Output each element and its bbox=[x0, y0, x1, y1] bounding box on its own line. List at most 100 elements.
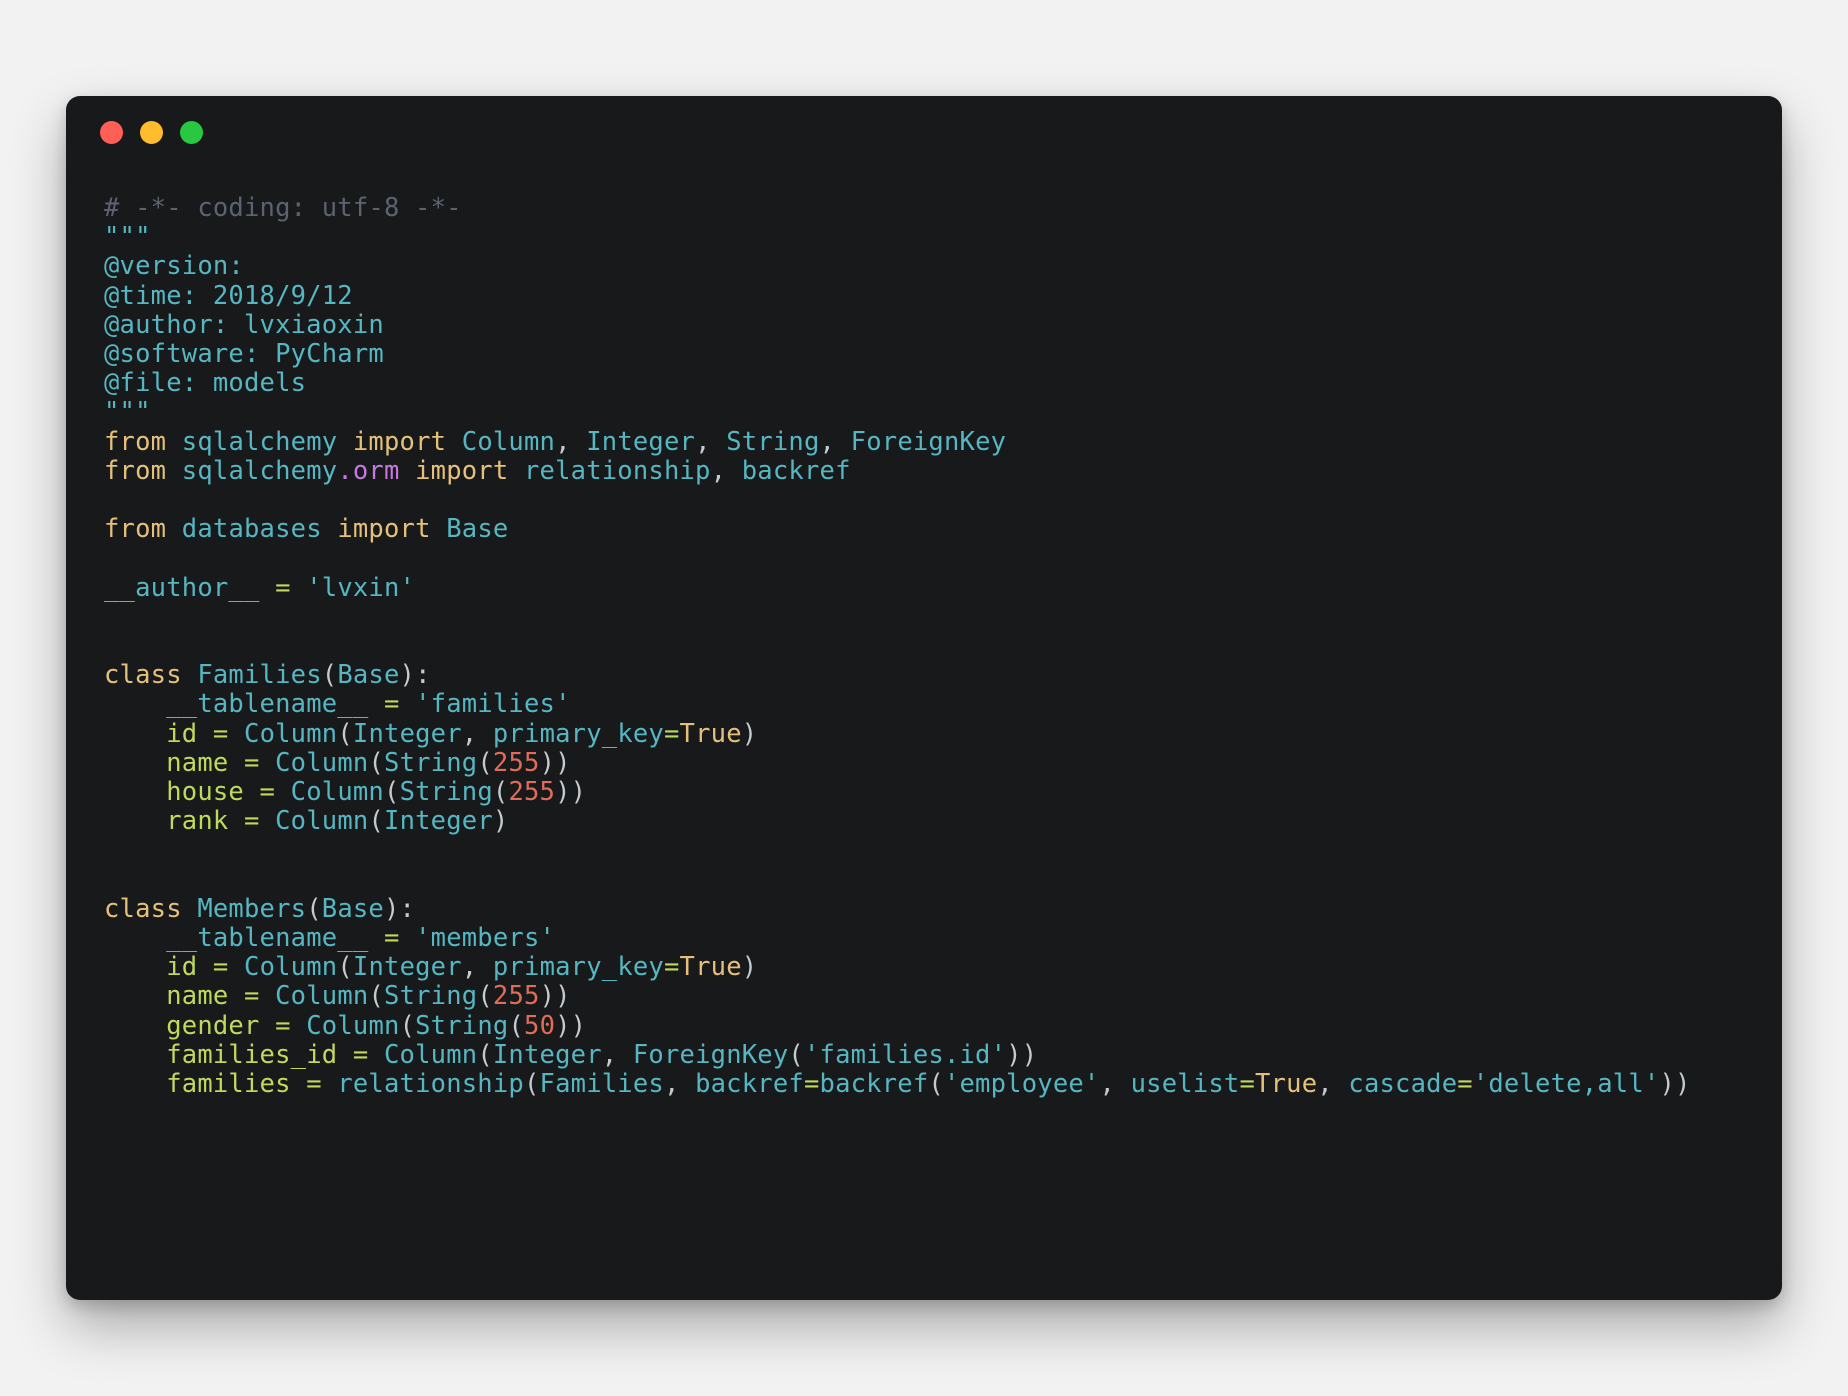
string-members: 'members' bbox=[415, 923, 556, 954]
screenshot-root: # -*- coding: utf-8 -*- """ @version: @t… bbox=[0, 0, 1848, 1396]
operator-assign: = bbox=[244, 806, 260, 837]
punct-paren: ( bbox=[492, 777, 509, 808]
punct-paren: ( bbox=[928, 1069, 944, 1100]
punct-paren: ( bbox=[477, 981, 493, 1012]
operator-assign: = bbox=[275, 1010, 291, 1041]
punct-paren: ( bbox=[399, 1010, 416, 1041]
docstring-time: @time: 2018/9/12 bbox=[104, 280, 353, 311]
type-string: String bbox=[384, 747, 478, 778]
punct-paren: ( bbox=[523, 1069, 540, 1100]
string-delete-all: 'delete,all' bbox=[1472, 1069, 1660, 1100]
field-house: house bbox=[166, 777, 244, 808]
punct-paren: ( bbox=[337, 718, 353, 749]
value-true: True bbox=[1255, 1069, 1318, 1100]
keyword-from: from bbox=[104, 455, 167, 486]
kwarg-primary-key: primary_key bbox=[492, 952, 664, 983]
field-id: id bbox=[166, 952, 198, 983]
type-integer: Integer bbox=[384, 806, 493, 837]
type-integer: Integer bbox=[492, 1039, 602, 1070]
operator-assign: = bbox=[275, 572, 291, 603]
kwarg-cascade: cascade bbox=[1348, 1069, 1458, 1100]
punct-paren: )) bbox=[1659, 1069, 1691, 1100]
type-string: String bbox=[399, 777, 493, 808]
punct-paren: ( bbox=[368, 806, 385, 837]
import-column: Column bbox=[461, 426, 556, 457]
minimize-icon[interactable] bbox=[140, 120, 163, 144]
punct-comma: , bbox=[1317, 1069, 1333, 1100]
number-255: 255 bbox=[508, 777, 556, 808]
punct-paren: ( bbox=[368, 981, 385, 1012]
var-tablename: __tablename__ bbox=[166, 923, 369, 954]
type-integer: Integer bbox=[352, 718, 462, 749]
punct-paren: ) bbox=[492, 806, 509, 837]
operator-assign: = bbox=[212, 718, 229, 749]
kwarg-backref: backref bbox=[695, 1069, 804, 1100]
import-relationship: relationship bbox=[523, 455, 711, 486]
close-icon[interactable] bbox=[100, 120, 123, 144]
window-titlebar bbox=[66, 96, 1782, 168]
keyword-from: from bbox=[104, 426, 167, 457]
call-column: Column bbox=[244, 718, 338, 749]
punct-comma: , bbox=[695, 426, 711, 457]
punct-paren: ( bbox=[384, 777, 400, 808]
field-name: name bbox=[166, 981, 229, 1012]
var-tablename: __tablename__ bbox=[166, 689, 369, 720]
maximize-icon[interactable] bbox=[180, 120, 203, 144]
field-id: id bbox=[166, 718, 198, 749]
punct-comma: , bbox=[710, 455, 727, 486]
base-class: Base bbox=[337, 660, 400, 691]
operator-eq: = bbox=[1239, 1069, 1256, 1100]
import-integer: Integer bbox=[586, 426, 696, 457]
operator-eq: = bbox=[663, 952, 680, 983]
keyword-class: class bbox=[104, 893, 182, 924]
string-employee: 'employee' bbox=[943, 1069, 1100, 1100]
arg-families-class: Families bbox=[539, 1069, 664, 1100]
field-families-id: families_id bbox=[166, 1039, 338, 1070]
punct-paren: )) bbox=[539, 747, 571, 778]
import-foreignkey: ForeignKey bbox=[850, 426, 1007, 457]
kwarg-uselist: uselist bbox=[1130, 1069, 1240, 1100]
punct-paren-colon: ): bbox=[399, 660, 431, 691]
operator-assign: = bbox=[383, 923, 400, 954]
field-name: name bbox=[166, 747, 229, 778]
punct-paren: ) bbox=[741, 952, 758, 983]
type-string: String bbox=[384, 981, 478, 1012]
number-50: 50 bbox=[524, 1010, 556, 1041]
call-column: Column bbox=[275, 747, 369, 778]
class-members: Members bbox=[197, 893, 307, 924]
module-sqlalchemy: sqlalchemy bbox=[181, 426, 338, 457]
punct-paren: ( bbox=[306, 893, 322, 924]
punct-paren: ) bbox=[741, 718, 758, 749]
keyword-import: import bbox=[415, 455, 509, 486]
punct-comma: , bbox=[461, 718, 478, 749]
docstring-close: """ bbox=[104, 397, 151, 428]
module-databases: databases bbox=[181, 514, 322, 545]
keyword-import: import bbox=[352, 426, 447, 457]
punct-comma: , bbox=[663, 1069, 680, 1100]
punct-paren: )) bbox=[555, 777, 587, 808]
module-orm: .orm bbox=[337, 455, 400, 486]
call-column: Column bbox=[244, 952, 338, 983]
call-backref: backref bbox=[819, 1069, 929, 1100]
value-true: True bbox=[679, 718, 742, 749]
module-sqlalchemy: sqlalchemy bbox=[181, 455, 338, 486]
value-true: True bbox=[679, 952, 742, 983]
docstring-software: @software: PyCharm bbox=[104, 339, 384, 370]
keyword-import: import bbox=[337, 514, 431, 545]
call-foreignkey: ForeignKey bbox=[632, 1039, 789, 1070]
number-255: 255 bbox=[492, 981, 540, 1012]
punct-comma: , bbox=[601, 1039, 618, 1070]
class-families: Families bbox=[197, 660, 322, 691]
punct-comma: , bbox=[1099, 1069, 1116, 1100]
var-dunder-author: __author__ bbox=[104, 572, 260, 603]
type-string: String bbox=[415, 1010, 509, 1041]
punct-paren-colon: ): bbox=[383, 893, 416, 924]
punct-comma: , bbox=[819, 426, 836, 457]
field-gender: gender bbox=[166, 1010, 260, 1041]
code-editor[interactable]: # -*- coding: utf-8 -*- """ @version: @t… bbox=[66, 168, 1782, 1300]
code-block: # -*- coding: utf-8 -*- """ @version: @t… bbox=[104, 193, 1752, 1100]
string-families: 'families' bbox=[415, 689, 571, 720]
string-lvxin: 'lvxin' bbox=[306, 572, 416, 603]
operator-eq: = bbox=[663, 718, 680, 749]
punct-paren: )) bbox=[1006, 1039, 1038, 1070]
